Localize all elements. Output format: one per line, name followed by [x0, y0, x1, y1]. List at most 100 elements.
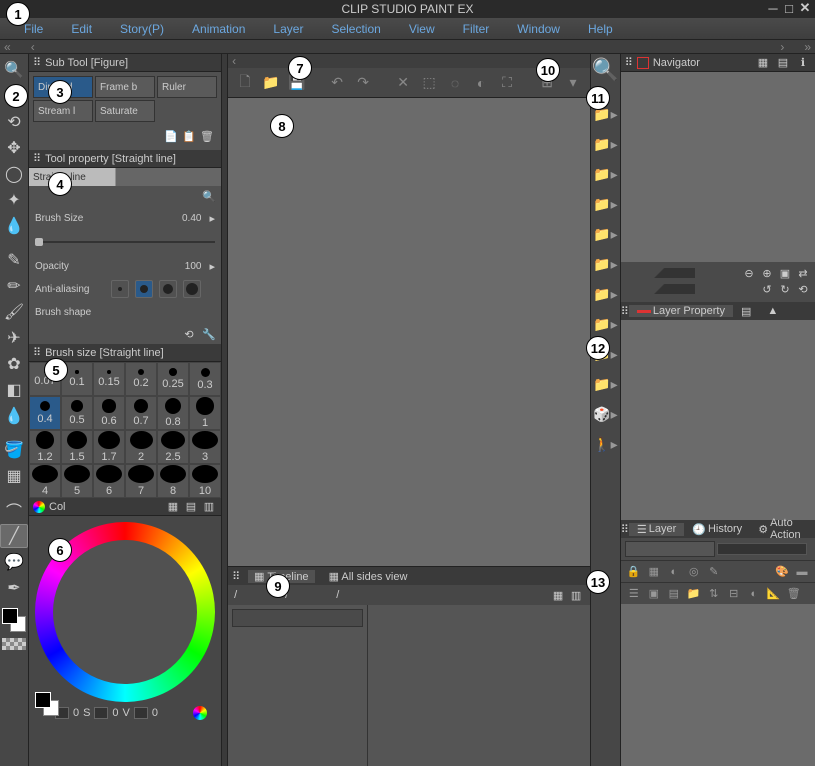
chevron-right-icon[interactable]: › — [780, 40, 784, 54]
subtool-panel-header[interactable]: ⠿ Sub Tool [Figure] — [29, 54, 221, 72]
brush-size-cell[interactable]: 0.25 — [157, 362, 189, 396]
subtool-add-icon[interactable]: 📄 — [163, 128, 179, 144]
brush-size-cell[interactable]: 8 — [157, 464, 189, 498]
undo-icon[interactable]: ↶ — [326, 72, 348, 94]
menu-filter[interactable]: Filter — [449, 22, 504, 36]
chevron-left-icon[interactable]: ‹ — [232, 54, 236, 68]
canvas-area[interactable] — [228, 98, 590, 566]
magnifier-tool-icon[interactable]: 🔍 — [0, 58, 28, 82]
brush-size-cell[interactable]: 2.5 — [157, 430, 189, 464]
navigator-view[interactable] — [621, 72, 815, 262]
brush-size-cell[interactable]: 0.7 — [125, 396, 157, 430]
qa-material-icon[interactable]: 📁▸ — [591, 162, 619, 186]
brush-size-cell[interactable]: 2 — [125, 430, 157, 464]
nav-tab-icon[interactable]: ℹ — [795, 55, 811, 71]
quick-access-icon[interactable]: 🔍 — [591, 58, 619, 82]
subtool-saturated[interactable]: Saturate — [95, 100, 155, 122]
palette-icon[interactable]: 🎨 — [773, 563, 791, 581]
menu-help[interactable]: Help — [574, 22, 627, 36]
menu-view[interactable]: View — [395, 22, 449, 36]
stepper-icon[interactable]: ▸ — [209, 212, 215, 225]
reset-rotate-icon[interactable]: ⟲ — [795, 281, 811, 297]
merge-icon[interactable]: ⊟ — [725, 585, 743, 603]
qa-material-icon[interactable]: 📁▸ — [591, 252, 619, 276]
brush-size-cell[interactable]: 0.15 — [93, 362, 125, 396]
eyedropper-tool-icon[interactable]: 💧 — [0, 214, 28, 238]
brush-size-cell[interactable]: 0.5 — [61, 396, 93, 430]
zoom-out-icon[interactable]: ⊖ — [741, 265, 757, 281]
color-active-swatch[interactable] — [35, 692, 59, 716]
menu-icon[interactable]: ▾ — [562, 72, 584, 94]
pencil-tool-icon[interactable]: ✏ — [0, 274, 28, 298]
tl-view-icon[interactable]: ▦ — [550, 587, 566, 603]
rotate-tool-icon[interactable]: ⟲ — [0, 110, 28, 134]
select-all-icon[interactable]: ⬚ — [418, 72, 440, 94]
brush-size-cell[interactable]: 0.8 — [157, 396, 189, 430]
nav-tab-icon[interactable]: ▤ — [775, 55, 791, 71]
zoom-slider[interactable] — [625, 268, 695, 278]
minimize-button[interactable]: ─ — [765, 0, 781, 16]
brush-tool-icon[interactable]: 🖌 — [0, 300, 28, 324]
flip-icon[interactable]: ⇄ — [795, 265, 811, 281]
maximize-button[interactable]: □ — [781, 0, 797, 16]
menu-selection[interactable]: Selection — [317, 22, 394, 36]
toolprop-panel-header[interactable]: ⠿ Tool property [Straight line] — [29, 150, 221, 168]
brush-size-cell[interactable]: 7 — [125, 464, 157, 498]
pen-tool-icon[interactable]: ✎ — [0, 248, 28, 272]
brush-size-row[interactable]: Brush Size 0.40 ▸ — [29, 206, 221, 230]
rotate-ccw-icon[interactable]: ↺ — [759, 281, 775, 297]
color-panel-header[interactable]: Col ▦ ▤ ▥ — [29, 498, 221, 516]
figure-tool-icon[interactable]: ╱ — [0, 524, 28, 548]
magnifier-icon[interactable]: 🔍 — [201, 188, 217, 204]
ref-icon[interactable]: ◎ — [685, 563, 703, 581]
decoration-tool-icon[interactable]: ✿ — [0, 352, 28, 376]
brush-size-cell[interactable]: 4 — [29, 464, 61, 498]
layerprop-tab2[interactable]: ▤ — [733, 305, 759, 318]
lock-pixel-icon[interactable]: ▦ — [645, 563, 663, 581]
subtool-frame-border[interactable]: Frame b — [95, 76, 155, 98]
clear-icon[interactable]: ✕ — [392, 72, 414, 94]
color-tab-icon[interactable]: ▤ — [183, 499, 199, 515]
brush-size-cell[interactable]: 1.2 — [29, 430, 61, 464]
subtool-ruler[interactable]: Ruler — [157, 76, 217, 98]
s-value[interactable] — [94, 707, 108, 719]
qa-material-icon[interactable]: 📁▸ — [591, 372, 619, 396]
zoom-in-icon[interactable]: ⊕ — [759, 265, 775, 281]
fill-tool-icon[interactable]: 🪣 — [0, 438, 28, 462]
brush-size-cell[interactable]: 1.5 — [61, 430, 93, 464]
menu-edit[interactable]: Edit — [57, 22, 106, 36]
color-tab-icon[interactable]: ▦ — [165, 499, 181, 515]
brush-size-cell[interactable]: 1 — [189, 396, 221, 430]
color-swatch[interactable] — [2, 608, 26, 632]
navigator-panel-header[interactable]: ⠿ Navigator ▦ ▤ ℹ — [621, 54, 815, 72]
new-file-icon[interactable]: 🗋 — [234, 72, 256, 94]
move-tool-icon[interactable]: ✥ — [0, 136, 28, 160]
invert-icon[interactable]: ◐ — [470, 72, 492, 94]
chevron-left-icon[interactable]: ‹ — [31, 40, 35, 54]
brush-size-cell[interactable]: 3 — [189, 430, 221, 464]
close-button[interactable]: ✕ — [797, 0, 813, 16]
splitter[interactable] — [221, 54, 228, 766]
brush-size-cell[interactable]: 0.6 — [93, 396, 125, 430]
layer-opacity-slider[interactable] — [717, 543, 807, 555]
qa-material-icon[interactable]: 📁▸ — [591, 192, 619, 216]
aa-option-weak[interactable] — [135, 280, 153, 298]
layer-list[interactable] — [621, 604, 815, 766]
qa-material-icon[interactable]: 📁▸ — [591, 282, 619, 306]
delete-layer-icon[interactable]: 🗑 — [785, 585, 803, 603]
open-file-icon[interactable]: 📁 — [260, 72, 282, 94]
correct-tool-icon[interactable]: ✒ — [0, 576, 28, 600]
subtool-dup-icon[interactable]: 📋 — [181, 128, 197, 144]
layerprop-tab3[interactable]: ▲ — [759, 305, 786, 317]
balloon-tool-icon[interactable]: 💬 — [0, 550, 28, 574]
brush-size-cell[interactable]: 0.3 — [189, 362, 221, 396]
ruler-icon[interactable]: 📐 — [765, 585, 783, 603]
color-tab-icon[interactable]: ▥ — [201, 499, 217, 515]
blend-mode-dropdown[interactable] — [625, 541, 715, 557]
reset-icon[interactable]: ⟲ — [181, 326, 197, 342]
brush-size-slider[interactable] — [35, 241, 215, 243]
timeline-track-area[interactable] — [368, 605, 590, 766]
eraser-tool-icon[interactable]: ◧ — [0, 378, 28, 402]
brush-size-cell[interactable]: 6 — [93, 464, 125, 498]
qa-material-icon[interactable]: 📁▸ — [591, 132, 619, 156]
